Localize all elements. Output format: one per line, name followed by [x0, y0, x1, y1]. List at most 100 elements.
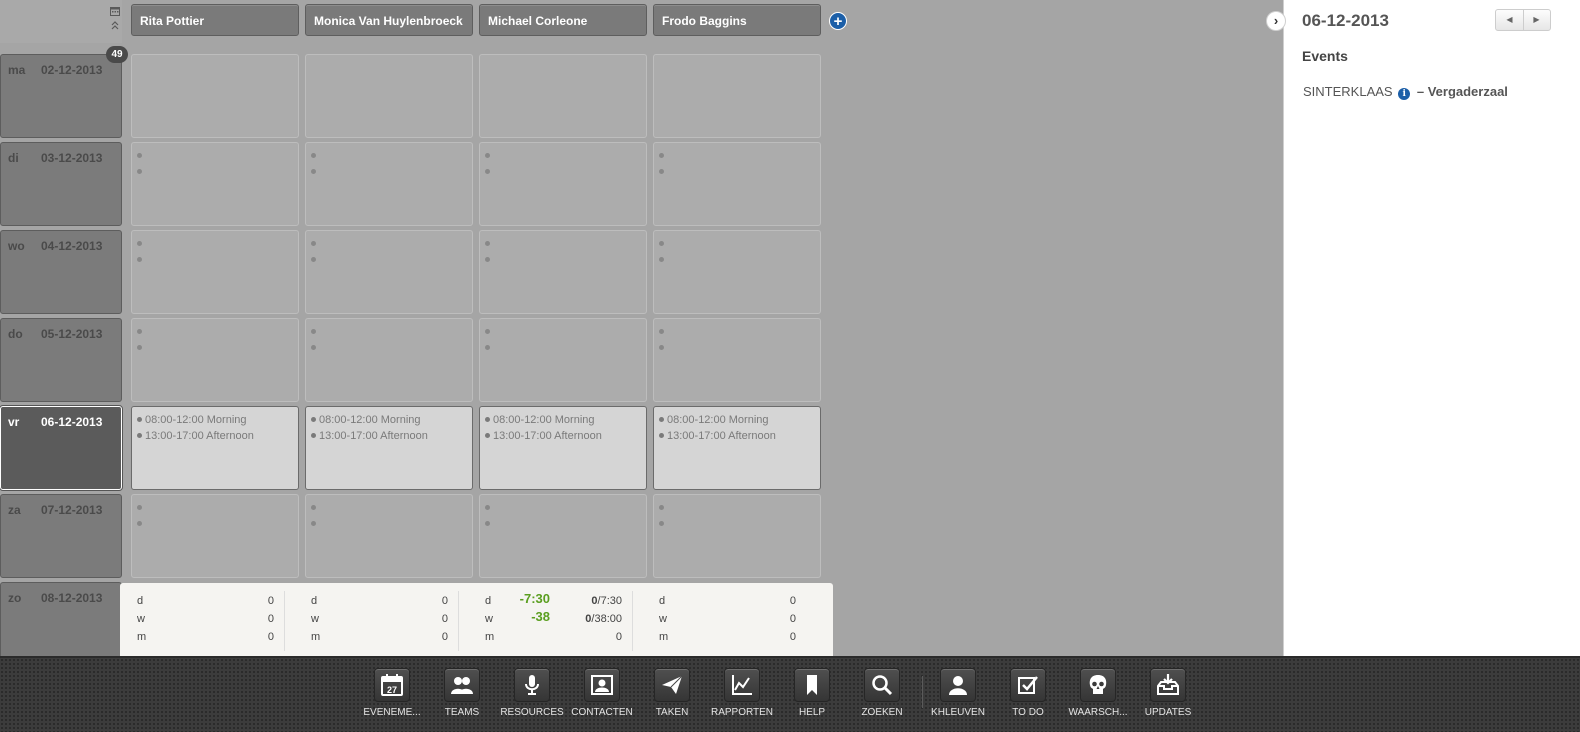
dock-item-help[interactable]: HELP: [777, 668, 847, 718]
schedule-cell[interactable]: [479, 318, 647, 402]
schedule-cell[interactable]: [305, 494, 473, 578]
dock-item-evenementen[interactable]: 27 EVENEME...: [357, 668, 427, 718]
calendar-toggle-icon[interactable]: [108, 6, 122, 20]
schedule-cell-selected[interactable]: 08:00-12:00 Morning 13:00-17:00 Afternoo…: [479, 406, 647, 490]
shift-slot[interactable]: [311, 148, 468, 164]
event-item[interactable]: SINTERKLAAS i – Vergaderzaal: [1303, 84, 1508, 100]
schedule-cell-selected[interactable]: 08:00-12:00 Morning 13:00-17:00 Afternoo…: [305, 406, 473, 490]
collapse-up-icon[interactable]: [108, 20, 122, 34]
shift-dot: [137, 504, 142, 510]
shift-slot[interactable]: [137, 500, 294, 516]
schedule-cell[interactable]: [131, 54, 299, 138]
shift-slot[interactable]: [311, 252, 468, 268]
shift-afternoon[interactable]: 13:00-17:00 Afternoon: [485, 428, 642, 444]
shift-slot[interactable]: [485, 252, 642, 268]
dock-item-khleuven[interactable]: KHLEUVEN: [923, 668, 993, 718]
shift-slot[interactable]: [659, 340, 816, 356]
shift-slot[interactable]: [137, 324, 294, 340]
dock-item-rapporten[interactable]: RAPPORTEN: [707, 668, 777, 718]
shift-morning[interactable]: 08:00-12:00 Morning: [659, 412, 816, 428]
shift-slot[interactable]: [659, 148, 816, 164]
day-label-do[interactable]: do 05-12-2013: [0, 318, 122, 402]
collapse-panel-button[interactable]: ›: [1266, 11, 1286, 31]
add-person-button[interactable]: +: [829, 12, 847, 30]
shift-morning[interactable]: 08:00-12:00 Morning: [485, 412, 642, 428]
shift-dot: [311, 240, 316, 246]
shift-slot[interactable]: [485, 516, 642, 532]
person-header-frodo-baggins[interactable]: Frodo Baggins: [653, 4, 821, 36]
shift-slot[interactable]: [137, 340, 294, 356]
info-icon[interactable]: i: [1398, 88, 1411, 100]
schedule-cell[interactable]: [305, 230, 473, 314]
person-header-rita-pottier[interactable]: Rita Pottier: [131, 4, 299, 36]
day-label-za[interactable]: za 07-12-2013: [0, 494, 122, 578]
shift-morning[interactable]: 08:00-12:00 Morning: [311, 412, 468, 428]
schedule-cell-selected[interactable]: 08:00-12:00 Morning 13:00-17:00 Afternoo…: [653, 406, 821, 490]
day-label-ma[interactable]: ma 02-12-2013: [0, 54, 122, 138]
shift-afternoon[interactable]: 13:00-17:00 Afternoon: [311, 428, 468, 444]
schedule-cell[interactable]: [479, 494, 647, 578]
dock-item-contacten[interactable]: CONTACTEN: [567, 668, 637, 718]
dock-item-resources[interactable]: RESOURCES: [497, 668, 567, 718]
shift-slot[interactable]: [485, 148, 642, 164]
schedule-cell[interactable]: [131, 318, 299, 402]
schedule-cell[interactable]: [305, 318, 473, 402]
shift-slot[interactable]: [311, 340, 468, 356]
schedule-cell[interactable]: [653, 54, 821, 138]
schedule-cell[interactable]: [653, 230, 821, 314]
totals-row-month: m0: [120, 627, 284, 645]
schedule-cell[interactable]: [479, 230, 647, 314]
schedule-cell[interactable]: [653, 318, 821, 402]
shift-slot[interactable]: [659, 324, 816, 340]
shift-morning[interactable]: 08:00-12:00 Morning: [137, 412, 294, 428]
shift-slot[interactable]: [659, 164, 816, 180]
shift-slot[interactable]: [137, 516, 294, 532]
shift-slot[interactable]: [485, 340, 642, 356]
shift-slot[interactable]: [659, 236, 816, 252]
shift-slot[interactable]: [137, 252, 294, 268]
shift-slot[interactable]: [311, 164, 468, 180]
schedule-cell[interactable]: [305, 54, 473, 138]
dock-item-zoeken[interactable]: ZOEKEN: [847, 668, 917, 718]
shift-slot[interactable]: [485, 324, 642, 340]
day-label-vr[interactable]: vr 06-12-2013: [0, 406, 122, 490]
shift-slot[interactable]: [311, 324, 468, 340]
dock-item-waarschuwingen[interactable]: WAARSCH...: [1063, 668, 1133, 718]
schedule-cell[interactable]: [131, 230, 299, 314]
shift-slot[interactable]: [137, 236, 294, 252]
shift-slot[interactable]: [137, 148, 294, 164]
schedule-cell-selected[interactable]: 08:00-12:00 Morning 13:00-17:00 Afternoo…: [131, 406, 299, 490]
totals-key: d: [485, 595, 492, 607]
schedule-cell[interactable]: [131, 142, 299, 226]
schedule-cell[interactable]: [653, 494, 821, 578]
shift-afternoon[interactable]: 13:00-17:00 Afternoon: [659, 428, 816, 444]
schedule-cell[interactable]: [305, 142, 473, 226]
shift-slot[interactable]: [659, 500, 816, 516]
shift-slot[interactable]: [311, 500, 468, 516]
dock-item-updates[interactable]: UPDATES: [1133, 668, 1203, 718]
shift-slot[interactable]: [485, 164, 642, 180]
shift-afternoon[interactable]: 13:00-17:00 Afternoon: [137, 428, 294, 444]
day-date: 04-12-2013: [41, 239, 103, 253]
day-label-zo[interactable]: zo 08-12-2013: [0, 582, 122, 662]
schedule-cell[interactable]: [479, 142, 647, 226]
shift-slot[interactable]: [485, 236, 642, 252]
shift-slot[interactable]: [659, 516, 816, 532]
shift-slot[interactable]: [311, 516, 468, 532]
person-header-michael-corleone[interactable]: Michael Corleone: [479, 4, 647, 36]
dock-item-teams[interactable]: TEAMS: [427, 668, 497, 718]
day-label-di[interactable]: di 03-12-2013: [0, 142, 122, 226]
shift-slot[interactable]: [137, 164, 294, 180]
next-day-button[interactable]: ▶: [1523, 10, 1550, 30]
person-header-monica-van-huylenbroeck[interactable]: Monica Van Huylenbroeck: [305, 4, 473, 36]
schedule-cell[interactable]: [479, 54, 647, 138]
day-label-wo[interactable]: wo 04-12-2013: [0, 230, 122, 314]
dock-item-taken[interactable]: TAKEN: [637, 668, 707, 718]
schedule-cell[interactable]: [131, 494, 299, 578]
schedule-cell[interactable]: [653, 142, 821, 226]
previous-day-button[interactable]: ◀: [1496, 10, 1524, 30]
shift-slot[interactable]: [311, 236, 468, 252]
shift-slot[interactable]: [659, 252, 816, 268]
shift-slot[interactable]: [485, 500, 642, 516]
dock-item-todo[interactable]: TO DO: [993, 668, 1063, 718]
